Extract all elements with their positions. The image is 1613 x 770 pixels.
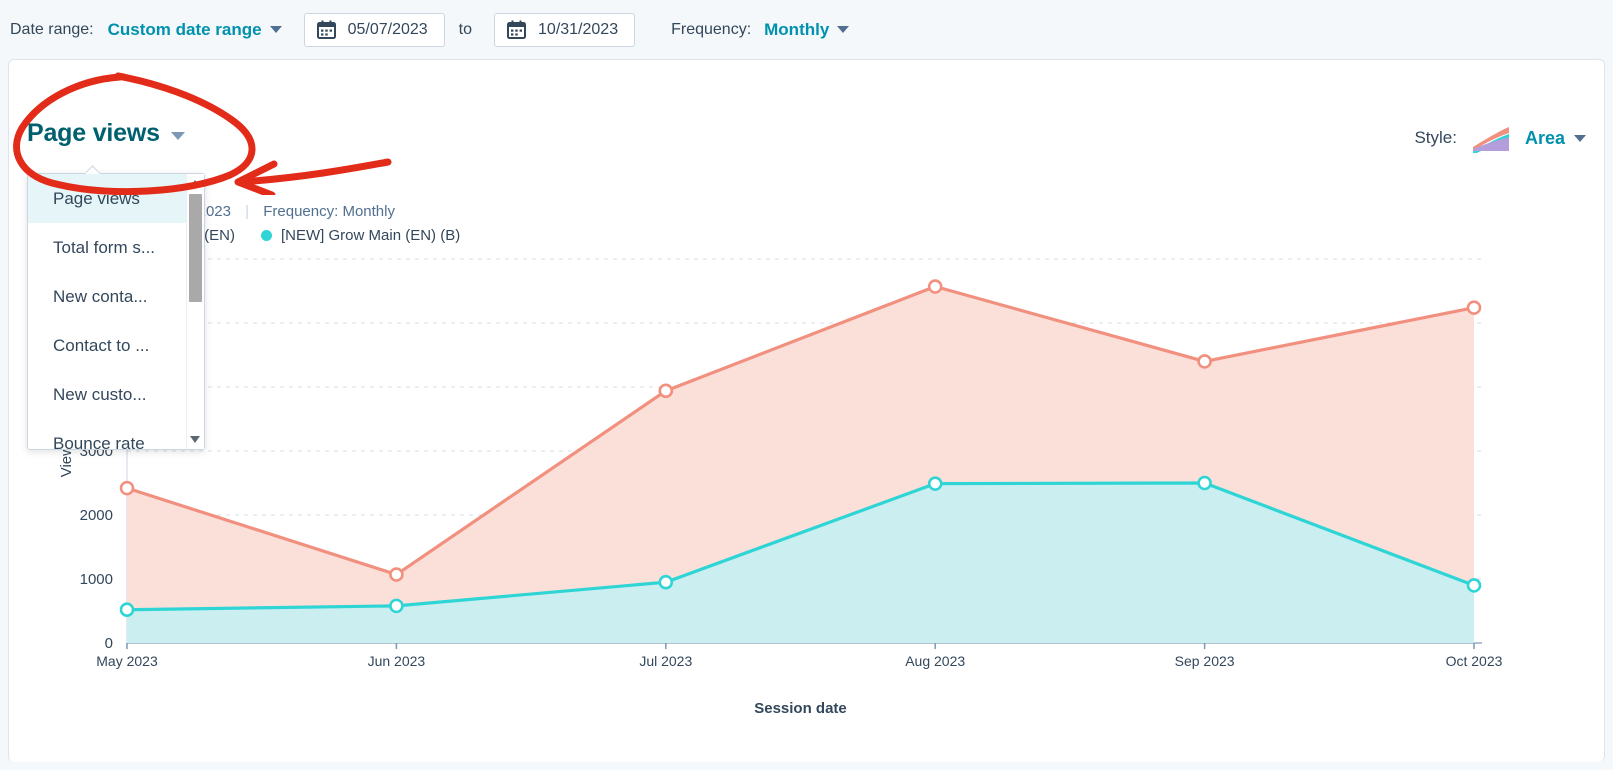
frequency-dropdown[interactable]: Monthly <box>764 19 850 40</box>
chart-frequency-text: Frequency: Monthly <box>263 203 395 220</box>
start-date-value: 05/07/2023 <box>347 20 428 38</box>
style-value: Area <box>1524 127 1565 148</box>
chevron-down-icon <box>1574 134 1586 142</box>
report-card <box>8 59 1605 762</box>
date-range-value: Custom date range <box>107 19 262 39</box>
calendar-icon <box>507 20 527 39</box>
legend-color-swatch <box>261 230 273 241</box>
metric-option-list: Page views Total form s... New conta... … <box>28 174 187 449</box>
frequency-label: Frequency: <box>671 20 752 38</box>
scroll-up-arrow-icon[interactable] <box>190 180 200 187</box>
area-chart-icon <box>1472 127 1509 153</box>
frequency-control: Frequency: Monthly <box>671 19 850 40</box>
metric-selector-label: Page views <box>27 119 160 147</box>
metric-option-label: New conta... <box>53 286 148 306</box>
metric-option-contact-to-customer[interactable]: Contact to ... <box>28 321 187 370</box>
metric-option-label: New custo... <box>53 384 147 404</box>
end-date-value: 10/31/2023 <box>538 20 619 38</box>
chevron-down-icon <box>170 131 185 140</box>
metric-option-bounce-rate[interactable]: Bounce rate <box>28 419 187 450</box>
chevron-down-icon <box>837 26 850 33</box>
metric-option-new-contacts[interactable]: New conta... <box>28 272 187 321</box>
legend-label: [NEW] Grow Main (EN) (B) <box>281 227 461 244</box>
metric-option-page-views[interactable]: Page views <box>28 174 187 223</box>
style-control: Style: Area <box>1414 123 1586 153</box>
metric-option-label: Page views <box>53 188 140 208</box>
style-label: Style: <box>1414 128 1457 147</box>
dropdown-scrollbar[interactable] <box>186 174 204 449</box>
date-range-to-label: to <box>458 20 473 38</box>
metric-option-label: Contact to ... <box>53 335 150 355</box>
scroll-down-arrow-icon[interactable] <box>190 436 200 443</box>
start-date-input[interactable]: 05/07/2023 <box>303 12 445 47</box>
metric-option-total-form-submissions[interactable]: Total form s... <box>28 223 187 272</box>
metric-option-label: Total form s... <box>53 237 156 257</box>
dropdown-pointer <box>86 165 102 174</box>
chevron-down-icon <box>269 26 282 33</box>
frequency-value: Monthly <box>764 19 830 39</box>
metric-dropdown-menu: Page views Total form s... New conta... … <box>27 173 205 450</box>
style-dropdown[interactable]: Area <box>1525 128 1586 149</box>
end-date-input[interactable]: 10/31/2023 <box>494 12 636 47</box>
date-range-label: Date range: <box>10 20 94 38</box>
divider: | <box>245 203 250 220</box>
metric-selector-button[interactable]: Page views <box>27 119 185 148</box>
legend-item-grow-main-en-b[interactable]: [NEW] Grow Main (EN) (B) <box>261 227 460 244</box>
date-range-dropdown[interactable]: Custom date range <box>108 20 282 40</box>
metric-option-new-customers[interactable]: New custo... <box>28 370 187 419</box>
calendar-icon <box>316 20 336 39</box>
metric-option-label: Bounce rate <box>53 433 145 450</box>
scrollbar-thumb[interactable] <box>189 194 202 302</box>
filter-bar: Date range: Custom date range 05/07/2023… <box>0 0 1613 59</box>
